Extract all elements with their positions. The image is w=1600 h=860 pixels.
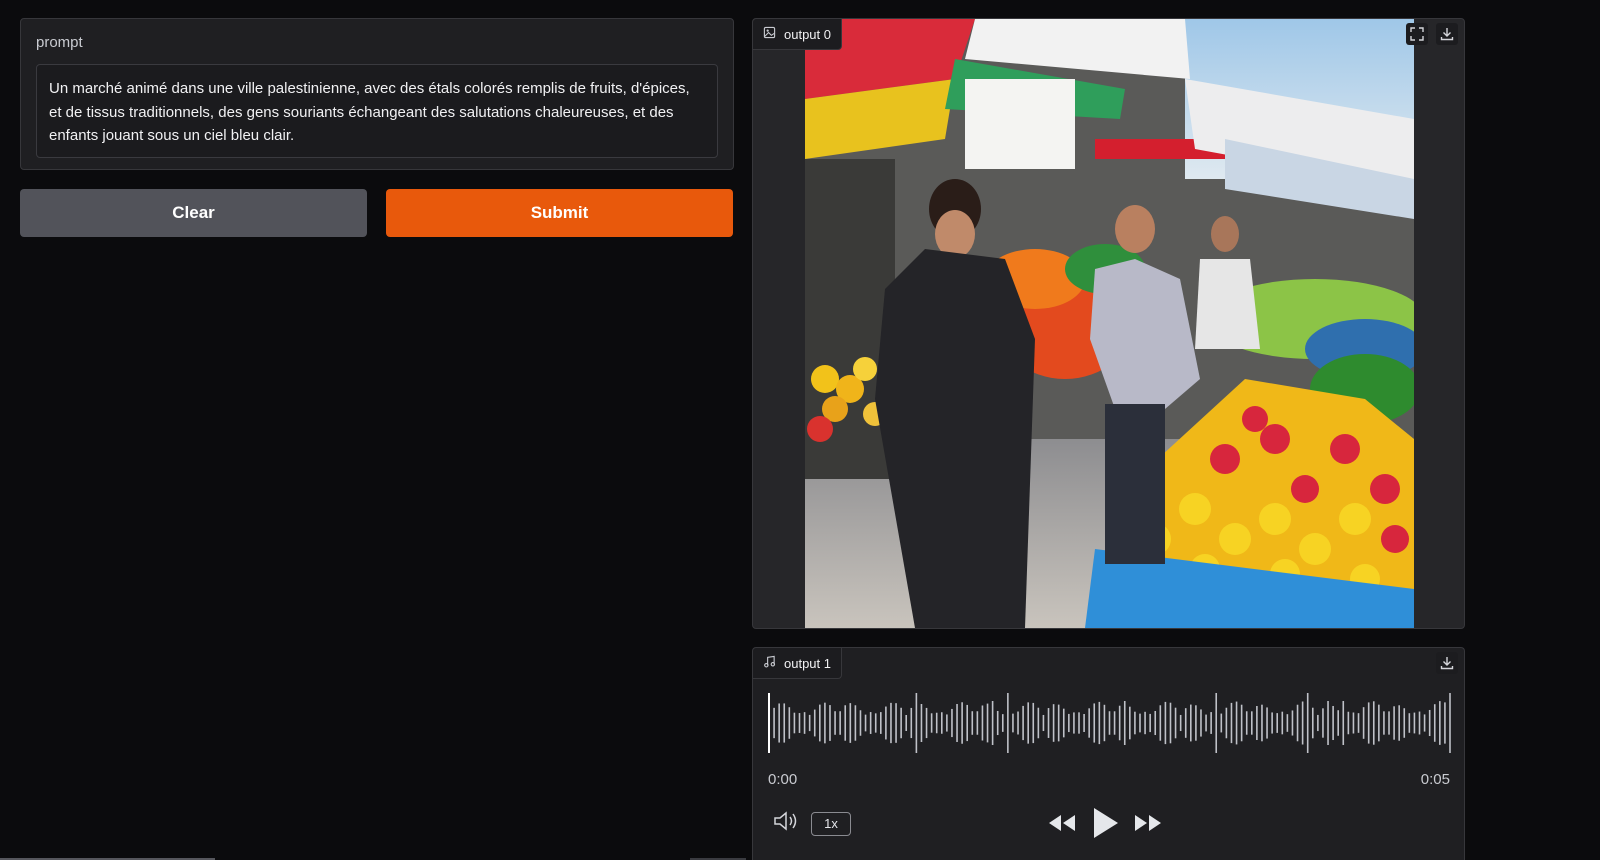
playback-speed-button[interactable]: 1x [811,811,851,836]
prompt-block: prompt Un marché animé dans une ville pa… [20,18,734,170]
audio-output-tag: output 1 [753,648,842,679]
download-icon[interactable] [1436,23,1458,45]
prompt-label: prompt [36,34,83,51]
volume-icon[interactable] [773,810,799,837]
audio-waveform[interactable] [767,688,1452,758]
clear-button[interactable]: Clear [20,189,367,237]
fullscreen-icon[interactable] [1406,23,1428,45]
fast-forward-icon[interactable] [1133,812,1163,839]
image-output-tag: output 0 [753,19,842,50]
generated-market-image[interactable] [805,19,1414,628]
rewind-icon[interactable] [1047,812,1077,839]
download-icon[interactable] [1436,652,1458,674]
play-icon[interactable] [1091,806,1119,845]
time-current: 0:00 [768,771,798,788]
audio-output-label: output 1 [784,655,831,671]
music-icon [763,655,776,671]
image-output-panel: output 0 [752,18,1465,629]
submit-button[interactable]: Submit [386,189,733,237]
time-duration: 0:05 [1420,771,1450,788]
prompt-textarea[interactable]: Un marché animé dans une ville palestini… [36,64,718,158]
image-output-label: output 0 [784,26,831,42]
image-icon [763,26,776,42]
audio-output-panel: output 1 0:00 0:05 1x [752,647,1465,860]
